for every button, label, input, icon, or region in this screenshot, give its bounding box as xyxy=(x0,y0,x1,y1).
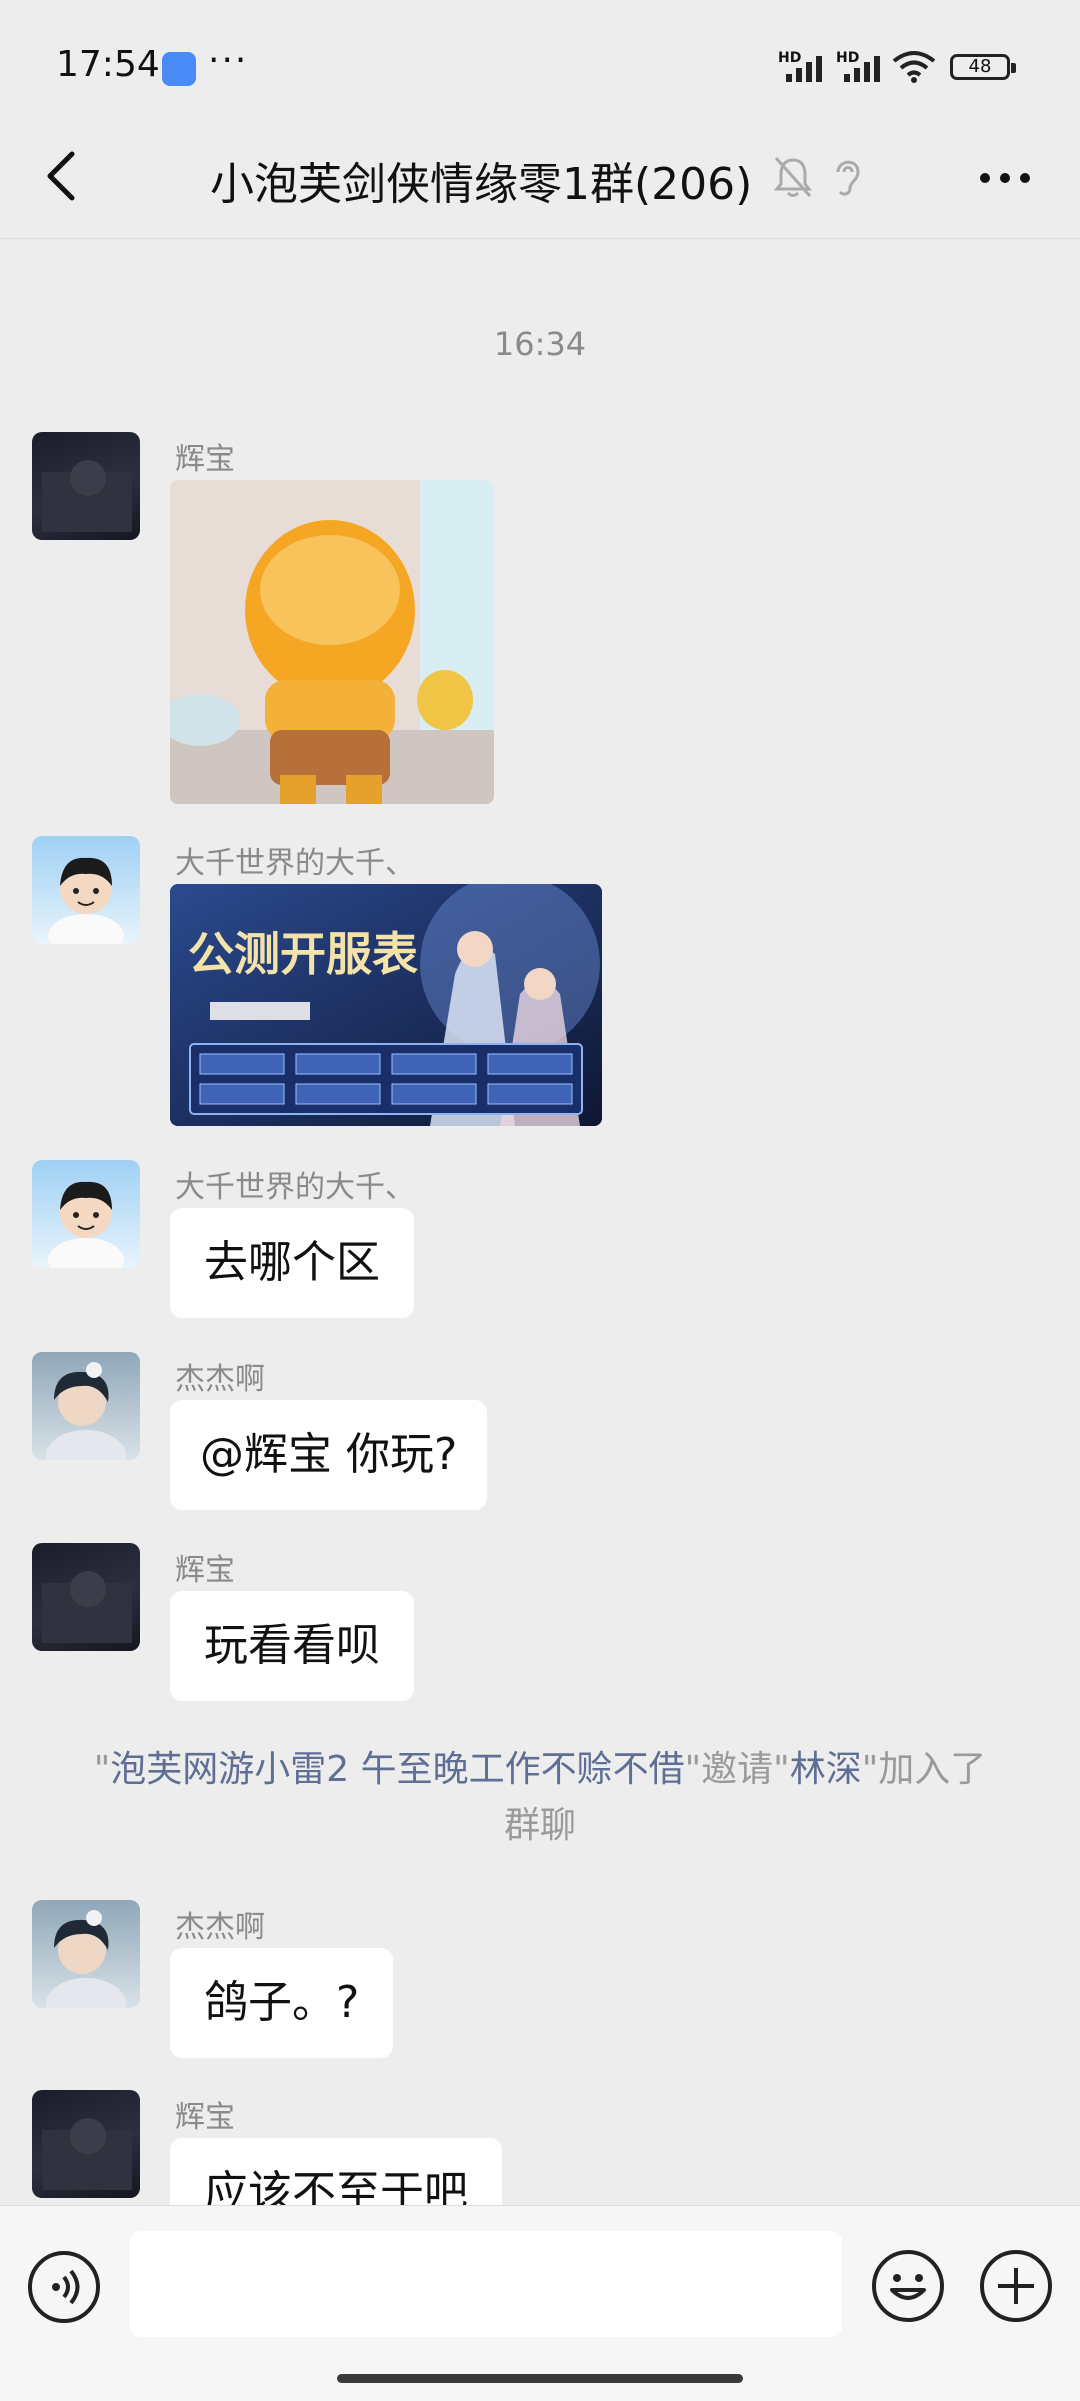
status-bar: 17:54 ··· HD HD 48 xyxy=(0,0,1080,140)
avatar[interactable] xyxy=(32,432,140,540)
message-input[interactable] xyxy=(130,2231,842,2337)
system-invite-message: "泡芙网游小雷2 午至晚工作不赊不借"邀请"林深"加入了群聊 xyxy=(80,1742,1000,1854)
yellow-bear-sticker-image[interactable] xyxy=(170,480,494,804)
chat-title: 小泡芙剑侠情缘零1群(206) xyxy=(210,159,753,210)
add-icon[interactable] xyxy=(978,2248,1054,2324)
poster-title: 公测开服表 xyxy=(188,927,418,981)
system-text: "邀请" xyxy=(684,1749,790,1790)
message-bubble[interactable]: @辉宝 你玩? xyxy=(170,1400,488,1510)
avatar[interactable] xyxy=(32,1543,140,1651)
input-bar xyxy=(0,2205,1080,2401)
sender-name: 辉宝 xyxy=(175,442,235,477)
sender-name: 大千世界的大千、 xyxy=(175,846,415,881)
back-icon[interactable] xyxy=(38,146,88,206)
sender-name: 辉宝 xyxy=(175,1553,235,1588)
avatar[interactable] xyxy=(32,2090,140,2198)
chat-header: 小泡芙剑侠情缘零1群(206) xyxy=(0,120,1080,239)
emoji-icon[interactable] xyxy=(870,2248,946,2324)
app-notification-icon xyxy=(162,52,196,86)
avatar[interactable] xyxy=(32,1352,140,1460)
sender-name: 杰杰啊 xyxy=(175,1910,265,1945)
avatar[interactable] xyxy=(32,836,140,944)
signal-icon-2 xyxy=(844,52,880,82)
invitee-name-link[interactable]: 林深 xyxy=(790,1749,862,1790)
message-bubble[interactable]: 鸽子。? xyxy=(170,1948,394,2058)
signal-icon xyxy=(786,52,822,82)
chat-timestamp: 16:34 xyxy=(493,325,587,363)
avatar[interactable] xyxy=(32,1900,140,2008)
message-bubble[interactable]: 去哪个区 xyxy=(170,1208,414,1318)
battery-icon: 48 xyxy=(950,54,1016,80)
system-quote: " xyxy=(93,1749,111,1790)
more-notifications-icon: ··· xyxy=(208,40,249,81)
ear-icon xyxy=(836,160,860,196)
voice-icon xyxy=(52,2269,80,2305)
mute-bell-icon xyxy=(773,156,813,198)
sender-name: 大千世界的大千、 xyxy=(175,1170,415,1205)
status-time: 17:54 xyxy=(56,44,160,85)
sender-name: 辉宝 xyxy=(175,2100,235,2135)
wifi-icon xyxy=(892,51,936,83)
voice-button[interactable] xyxy=(28,2251,100,2323)
home-indicator[interactable] xyxy=(337,2374,743,2383)
sender-name: 杰杰啊 xyxy=(175,1362,265,1397)
inviter-name-link[interactable]: 泡芙网游小雷2 午至晚工作不赊不借 xyxy=(110,1749,684,1790)
game-schedule-poster-image[interactable]: 公测开服表 xyxy=(170,884,602,1126)
avatar[interactable] xyxy=(32,1160,140,1268)
message-bubble[interactable]: 玩看看呗 xyxy=(170,1591,414,1701)
more-icon[interactable] xyxy=(978,170,1032,186)
